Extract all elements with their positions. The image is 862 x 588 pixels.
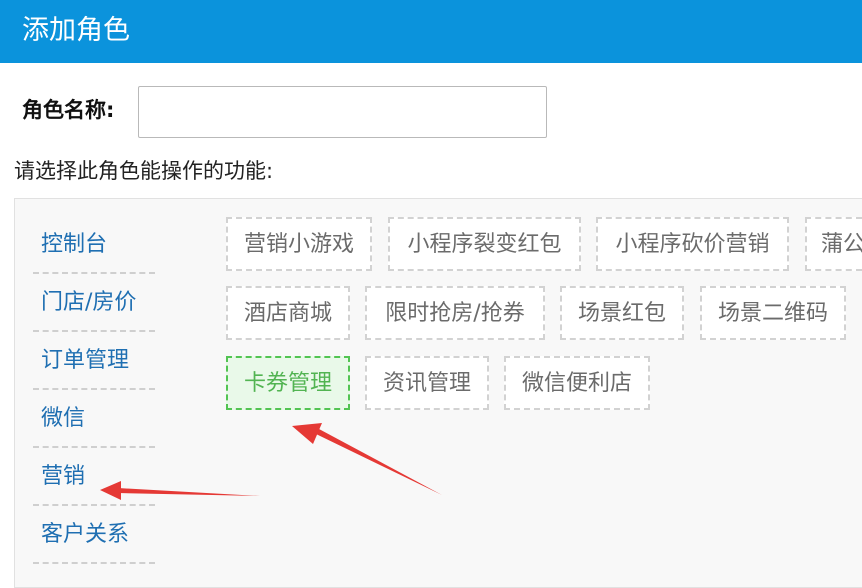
page-header: 添加角色 xyxy=(0,0,862,63)
permission-label: 酒店商城 xyxy=(243,301,332,326)
permission-label: 场景二维码 xyxy=(717,301,828,326)
permission-label: 蒲公 xyxy=(821,232,862,257)
permission-tag[interactable]: 营销小游戏 xyxy=(226,217,372,271)
sidebar-item-customers[interactable]: 客户关系 xyxy=(33,506,155,564)
sidebar-item-label: 订单管理 xyxy=(41,348,130,373)
permission-label: 小程序砍价营销 xyxy=(615,232,770,257)
permission-label: 资讯管理 xyxy=(382,371,471,396)
role-name-label: 角色名称: xyxy=(22,98,115,122)
permission-tag[interactable]: 小程序裂变红包 xyxy=(388,217,581,271)
sidebar-item-console[interactable]: 控制台 xyxy=(33,216,155,274)
permission-label: 微信便利店 xyxy=(521,371,632,396)
permission-tag[interactable]: 场景红包 xyxy=(560,286,684,340)
page-title: 添加角色 xyxy=(22,15,130,46)
sidebar-item-label: 控制台 xyxy=(41,232,108,257)
permission-tag[interactable]: 场景二维码 xyxy=(700,286,846,340)
sidebar-item-label: 营销 xyxy=(41,464,86,489)
permission-label: 小程序裂变红包 xyxy=(407,232,562,257)
sidebar-item-label: 门店/房价 xyxy=(41,290,137,315)
permission-tag[interactable]: 蒲公 xyxy=(805,217,862,271)
permission-label: 营销小游戏 xyxy=(243,232,354,257)
role-name-input[interactable] xyxy=(138,86,547,138)
permission-tag[interactable]: 酒店商城 xyxy=(226,286,350,340)
sidebar-item-orders[interactable]: 订单管理 xyxy=(33,332,155,390)
permission-tag-selected[interactable]: 卡券管理 xyxy=(226,356,350,410)
permission-label: 卡券管理 xyxy=(243,371,332,396)
permission-tag[interactable]: 小程序砍价营销 xyxy=(596,217,789,271)
permission-tag[interactable]: 微信便利店 xyxy=(504,356,650,410)
sidebar-item-label: 客户关系 xyxy=(41,522,130,547)
sidebar-item-label: 微信 xyxy=(41,406,86,431)
sidebar-item-marketing[interactable]: 营销 xyxy=(33,448,155,506)
permission-tag[interactable]: 限时抢房/抢券 xyxy=(365,286,545,340)
permission-label: 限时抢房/抢券 xyxy=(385,301,525,326)
permissions-prompt: 请选择此角色能操作的功能: xyxy=(14,159,274,183)
sidebar-item-stores-prices[interactable]: 门店/房价 xyxy=(33,274,155,332)
permission-tag[interactable]: 资讯管理 xyxy=(365,356,489,410)
sidebar-item-wechat[interactable]: 微信 xyxy=(33,390,155,448)
permission-label: 场景红包 xyxy=(577,301,666,326)
